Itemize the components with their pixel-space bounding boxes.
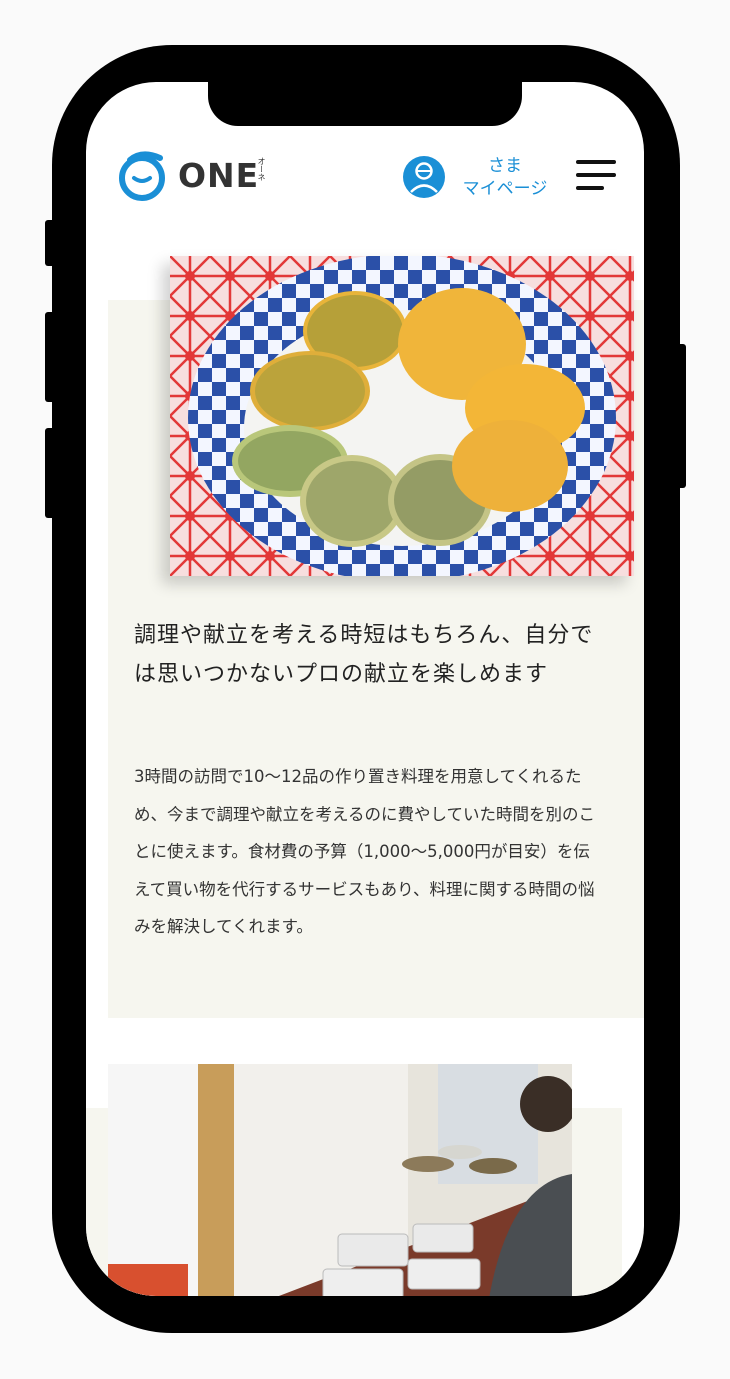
phone-power-button: [676, 344, 686, 488]
hamburger-menu-icon[interactable]: [576, 160, 616, 192]
meal-prep-containers-photo: [108, 1064, 572, 1296]
food-dish-photo: [170, 256, 634, 576]
phone-screen: ONE オーネ さま マイページ 調理や献立を考える時短はもちろん、自分では思い…: [86, 82, 644, 1296]
feature-description: 3時間の訪問で10〜12品の作り置き料理を用意してくれるため、今まで調理や献立を…: [134, 767, 596, 936]
logo-text: ONE: [178, 156, 260, 195]
mypage-label: マイページ: [462, 179, 548, 199]
user-avatar-icon[interactable]: [402, 155, 446, 199]
logo-kana: オーネ: [257, 157, 266, 181]
greeting-text: さま: [488, 156, 522, 176]
feature-headline: 調理や献立を考える時短はもちろん、自分では思いつかないプロの献立を楽しめます: [134, 623, 594, 687]
phone-volume-up-button: [45, 312, 57, 402]
phone-side-button: [45, 220, 57, 266]
notch: [208, 82, 522, 126]
phone-volume-down-button: [45, 428, 57, 518]
brand-logo-icon: [119, 151, 165, 201]
mypage-link[interactable]: さま マイページ: [450, 155, 560, 201]
